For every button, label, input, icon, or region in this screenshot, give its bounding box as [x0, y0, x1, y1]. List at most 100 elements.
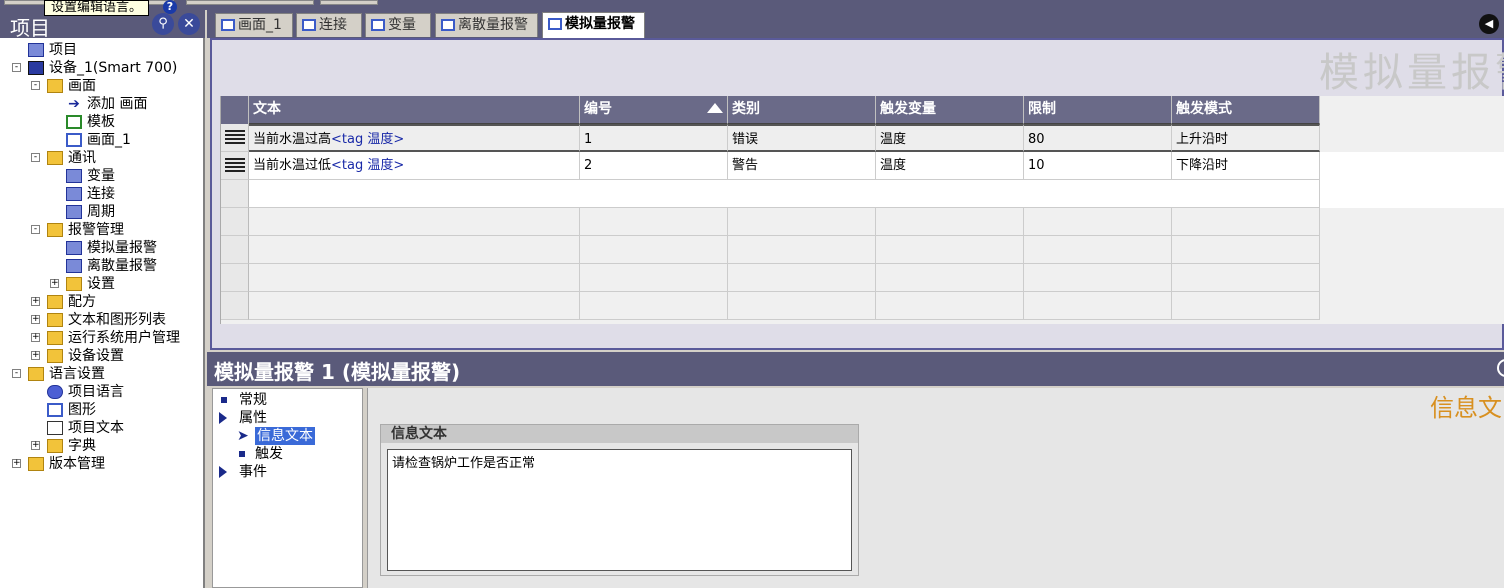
cell-trigger-mode[interactable]: 上升沿时	[1172, 124, 1320, 152]
tree-item[interactable]: 模拟量报警	[0, 239, 205, 257]
tree-item[interactable]: 项目	[0, 41, 205, 59]
tree-item[interactable]: + 字典	[0, 437, 205, 455]
tree-item[interactable]: + 运行系统用户管理	[0, 329, 205, 347]
row-header[interactable]	[221, 124, 249, 152]
tree-item[interactable]: 离散量报警	[0, 257, 205, 275]
tab-tags[interactable]: 变量	[365, 13, 431, 37]
tree-item[interactable]: - 通讯	[0, 149, 205, 167]
cell-class[interactable]: 错误	[728, 124, 876, 152]
folder-icon	[47, 439, 63, 453]
empty-cell[interactable]	[249, 180, 1320, 208]
tab-screen-1[interactable]: 画面_1	[215, 13, 293, 37]
tab-label: 模拟量报警	[565, 16, 635, 32]
cell-number[interactable]: 1	[580, 124, 728, 152]
toolbar-field[interactable]	[186, 0, 314, 5]
nav-item-general[interactable]: 常规	[221, 391, 361, 409]
expand-icon[interactable]: +	[31, 441, 40, 450]
tree-item[interactable]: 周期	[0, 203, 205, 221]
table-row[interactable]: 当前水温过低<tag 温度> 2 警告 温度 10 下降沿时	[221, 152, 1504, 180]
tree-item[interactable]: - 语言设置	[0, 365, 205, 383]
row-header[interactable]	[221, 180, 249, 208]
column-header-text[interactable]: 文本	[249, 96, 580, 124]
discrete-alarm-icon	[66, 259, 82, 273]
new-row[interactable]	[221, 180, 1504, 208]
tree-item[interactable]: - 报警管理	[0, 221, 205, 239]
tree-item[interactable]: - 设备_1(Smart 700)	[0, 59, 205, 77]
collapse-icon[interactable]: -	[31, 81, 40, 90]
cell-text[interactable]: 当前水温过高<tag 温度>	[249, 124, 580, 152]
expand-triangle-icon	[219, 466, 227, 478]
tree-item[interactable]: 项目文本	[0, 419, 205, 437]
toolbar-field[interactable]	[320, 0, 378, 5]
project-panel: 项目 ⚲ ✕ 项目 - 设备_1(Smart 700) - 画面 ➔ 添加 画面 模板 画面_1…	[0, 10, 205, 588]
nav-label: 触发	[255, 446, 283, 462]
cell-text[interactable]: 当前水温过低<tag 温度>	[249, 152, 580, 180]
tree-item[interactable]: + 设备设置	[0, 347, 205, 365]
expand-icon[interactable]: +	[31, 315, 40, 324]
row-header[interactable]	[221, 152, 249, 180]
column-header-number[interactable]: 编号	[580, 96, 728, 124]
template-icon	[66, 115, 82, 129]
cell-trigger-tag[interactable]: 温度	[876, 124, 1024, 152]
cell-class[interactable]: 警告	[728, 152, 876, 180]
table-corner[interactable]	[221, 96, 249, 124]
expand-icon[interactable]: +	[12, 459, 21, 468]
tree-item[interactable]: ➔ 添加 画面	[0, 95, 205, 113]
add-arrow-icon: ➔	[68, 96, 80, 112]
close-icon[interactable]: ✕	[178, 13, 200, 35]
tree-item[interactable]: + 设置	[0, 275, 205, 293]
tab-scroll-left-icon[interactable]: ◀	[1479, 14, 1499, 34]
info-text-group-title: 信息文本	[381, 425, 858, 443]
help-icon[interactable]: ?	[163, 0, 177, 14]
tab-connections[interactable]: 连接	[296, 13, 362, 37]
collapse-icon[interactable]: -	[12, 369, 21, 378]
table-row[interactable]: 当前水温过高<tag 温度> 1 错误 温度 80 上升沿时	[221, 124, 1504, 152]
empty-cell	[876, 236, 1024, 264]
cell-limit[interactable]: 10	[1024, 152, 1172, 180]
tab-label: 连接	[319, 17, 347, 33]
expand-icon[interactable]: +	[31, 297, 40, 306]
collapse-icon[interactable]: -	[12, 63, 21, 72]
tree-item[interactable]: + 配方	[0, 293, 205, 311]
cell-trigger-mode[interactable]: 下降沿时	[1172, 152, 1320, 180]
tree-item[interactable]: 画面_1	[0, 131, 205, 149]
tab-discrete-alarms[interactable]: 离散量报警	[435, 13, 538, 37]
info-text-textarea[interactable]: 请检查锅炉工作是否正常	[387, 449, 852, 571]
tree-item[interactable]: 变量	[0, 167, 205, 185]
expand-icon[interactable]: +	[50, 279, 59, 288]
folder-icon	[47, 223, 63, 237]
empty-cell	[728, 208, 876, 236]
column-header-trigger-mode[interactable]: 触发模式	[1172, 96, 1320, 124]
column-header-trigger-tag[interactable]: 触发变量	[876, 96, 1024, 124]
nav-item-properties[interactable]: 属性	[219, 409, 359, 427]
column-header-limit[interactable]: 限制	[1024, 96, 1172, 124]
tree-item[interactable]: 项目语言	[0, 383, 205, 401]
cell-limit[interactable]: 80	[1024, 124, 1172, 152]
tree-item[interactable]: 图形	[0, 401, 205, 419]
main-area: 画面_1 连接 变量 离散量报警 模拟量报警 ◀ 模拟量报警 文本 编号 类别 …	[207, 10, 1504, 588]
row-handle-icon	[225, 158, 245, 174]
collapse-icon[interactable]: -	[31, 225, 40, 234]
tab-analog-alarms[interactable]: 模拟量报警	[542, 12, 645, 39]
project-icon	[28, 43, 44, 57]
collapse-icon[interactable]: -	[31, 153, 40, 162]
tree-item[interactable]: + 文本和图形列表	[0, 311, 205, 329]
column-header-class[interactable]: 类别	[728, 96, 876, 124]
tree-item[interactable]: 模板	[0, 113, 205, 131]
screen-icon	[221, 19, 235, 31]
tree-item-label: 周期	[87, 204, 115, 220]
nav-item-events[interactable]: 事件	[219, 463, 359, 481]
discrete-alarm-icon	[441, 19, 455, 31]
tree-item[interactable]: - 画面	[0, 77, 205, 95]
nav-item-trigger[interactable]: 触发	[239, 445, 359, 463]
pin-icon[interactable]: ⚲	[152, 13, 174, 35]
expand-icon[interactable]: +	[31, 333, 40, 342]
panel-toggle-icon[interactable]	[1497, 359, 1504, 377]
expand-icon[interactable]: +	[31, 351, 40, 360]
cell-text-value: 当前水温过低	[253, 158, 332, 173]
cell-trigger-tag[interactable]: 温度	[876, 152, 1024, 180]
nav-item-info-text[interactable]: ➤ 信息文本	[237, 427, 357, 445]
tree-item[interactable]: 连接	[0, 185, 205, 203]
cell-number[interactable]: 2	[580, 152, 728, 180]
tree-item[interactable]: + 版本管理	[0, 455, 205, 473]
